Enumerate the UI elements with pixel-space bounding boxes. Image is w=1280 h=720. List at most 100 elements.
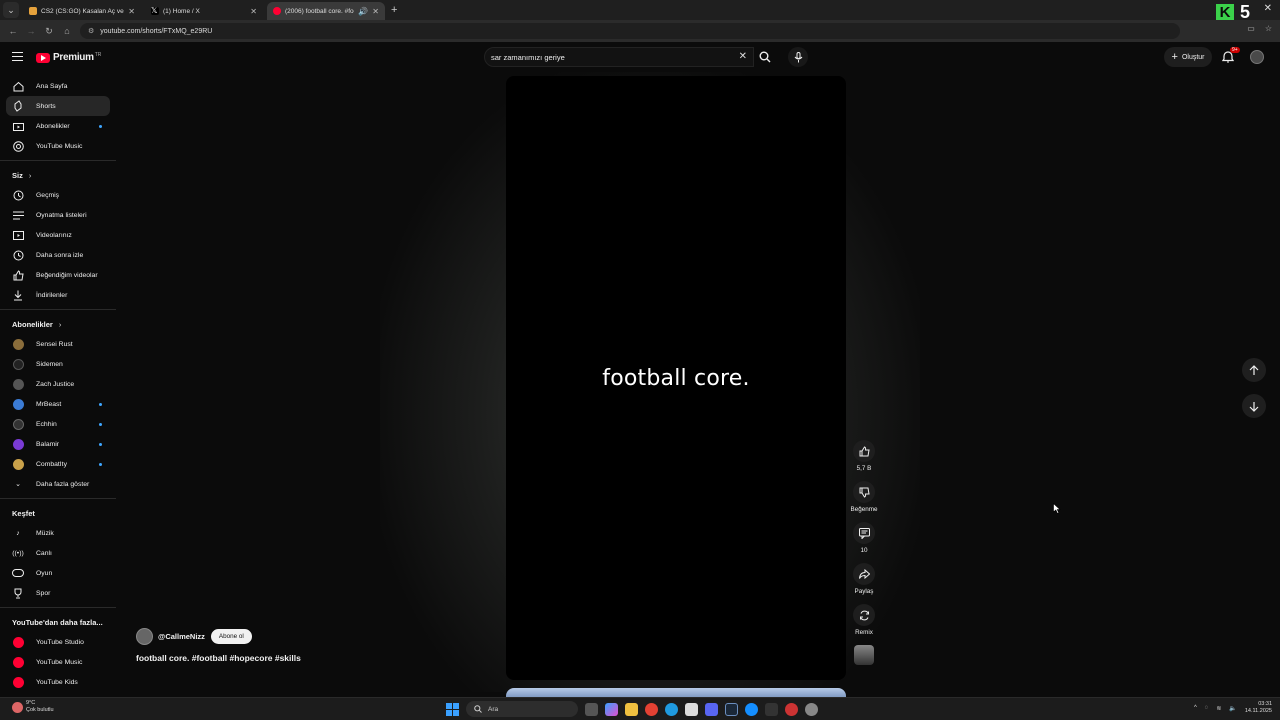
thumbs-down-icon[interactable] [853, 481, 875, 503]
share-action[interactable]: Paylaş [846, 563, 882, 596]
comment-icon[interactable] [853, 522, 875, 544]
menu-hamburger-icon[interactable] [12, 52, 23, 61]
sidebar-item-history[interactable]: Geçmiş [6, 185, 110, 205]
sidebar-item-youtube-music-app[interactable]: YouTube Music [6, 652, 110, 672]
comments-action[interactable]: 10 [846, 522, 882, 555]
short-action-bar: 5,7 B Beğenme 10 Paylaş Remix [846, 440, 882, 665]
sidebar-section-explore: Keşfet [0, 503, 116, 523]
thumbs-up-icon[interactable] [853, 440, 875, 462]
wifi-icon[interactable]: ≋ [1216, 705, 1221, 712]
search-button[interactable] [754, 47, 776, 67]
taskbar-clock[interactable]: 03:31 14.11.2025 [1245, 701, 1272, 715]
taskbar-search[interactable]: Ara [466, 701, 578, 717]
volume-icon[interactable]: 🔈 [1229, 705, 1236, 712]
sidebar-channel-combatity[interactable]: CombatIty [6, 454, 110, 474]
window-close-icon[interactable]: ✕ [1264, 3, 1272, 14]
share-icon[interactable] [853, 563, 875, 585]
tray-chevron-icon[interactable]: ^ [1194, 705, 1197, 711]
home-button-icon[interactable]: ⌂ [62, 26, 72, 36]
sidebar-item-liked-videos[interactable]: Beğendiğim videolar [6, 265, 110, 285]
windows-start-icon[interactable] [446, 702, 459, 716]
sidebar-item-your-videos[interactable]: Videolarınız [6, 225, 110, 245]
sidebar-divider [0, 309, 116, 310]
sidebar-channel-mrbeast[interactable]: MrBeast [6, 394, 110, 414]
next-short-button[interactable] [1242, 394, 1266, 418]
sidebar-item-watch-later[interactable]: Daha sonra izle [6, 245, 110, 265]
sidebar-item-sports[interactable]: Spor [6, 583, 110, 603]
chrome-icon[interactable] [645, 702, 658, 716]
tab-title: (1) Home / X [163, 7, 200, 15]
app-icon[interactable] [785, 702, 798, 716]
close-tab-icon[interactable]: ✕ [128, 7, 135, 16]
copilot-icon[interactable] [605, 702, 618, 716]
sidebar-channel-echhin[interactable]: Echhin [6, 414, 110, 434]
steam-icon[interactable] [725, 702, 738, 716]
sidebar-item-subscriptions[interactable]: Abonelikler [6, 116, 110, 136]
sidebar-item-live[interactable]: ((•)) Canlı [6, 543, 110, 563]
sidebar-channel-balamir[interactable]: Balamir [6, 434, 110, 454]
network-icon[interactable]: ◌ [1205, 705, 1209, 711]
youtube-premium-logo[interactable]: Premium TR [36, 52, 101, 63]
weather-widget[interactable]: 9°C Çok bulutlu [12, 700, 54, 714]
back-icon[interactable]: ← [8, 26, 18, 36]
file-explorer-icon[interactable] [625, 702, 638, 716]
sidebar-item-shorts[interactable]: Shorts [6, 96, 110, 116]
remix-action[interactable]: Remix [846, 604, 882, 637]
short-video-player[interactable]: football core. [506, 76, 846, 680]
notifications-button[interactable]: 9+ [1221, 47, 1240, 64]
trophy-icon [12, 587, 24, 599]
sidebar-item-playlists[interactable]: Oynatma listeleri [6, 205, 110, 225]
sidebar-show-more[interactable]: ⌄ Daha fazla göster [6, 474, 110, 494]
sidebar-item-music[interactable]: ♪ Müzik [6, 523, 110, 543]
task-view-icon[interactable] [585, 702, 598, 716]
sidebar-channel-sidemen[interactable]: Sidemen [6, 354, 110, 374]
sidebar-item-gaming[interactable]: Oyun [6, 563, 110, 583]
sidebar-item-youtube-kids[interactable]: YouTube Kids [6, 672, 110, 692]
create-button[interactable]: + Oluştur [1164, 47, 1212, 67]
sidebar-section-subscriptions[interactable]: Abonelikler › [0, 314, 116, 334]
url-text: youtube.com/shorts/FTxMQ_e29RU [100, 27, 213, 35]
forward-icon[interactable]: → [26, 26, 36, 36]
like-action[interactable]: 5,7 B [846, 440, 882, 473]
site-info-icon[interactable]: ⚙ [88, 27, 94, 35]
subscribe-button[interactable]: Abone ol [210, 629, 252, 644]
tab-menu-button[interactable]: ⌄ [3, 2, 19, 18]
close-tab-icon[interactable]: ✕ [372, 7, 379, 16]
edge-icon[interactable] [665, 702, 678, 716]
channel-handle[interactable]: @CallmeNizz [158, 632, 205, 641]
sidebar-channel-sensei-rust[interactable]: Sensei Rust [6, 334, 110, 354]
home-icon [12, 80, 24, 92]
store-icon[interactable] [685, 702, 698, 716]
close-tab-icon[interactable]: ✕ [250, 7, 257, 16]
sidebar-channel-zach-justice[interactable]: Zach Justice [6, 374, 110, 394]
channel-avatar[interactable] [136, 628, 153, 645]
sound-thumbnail[interactable] [854, 645, 874, 665]
youtube-kids-icon [12, 676, 24, 688]
account-avatar[interactable] [1250, 50, 1264, 64]
sidebar-item-downloads[interactable]: İndirilenler [6, 285, 110, 305]
remix-icon[interactable] [853, 604, 875, 626]
reload-icon[interactable]: ↻ [44, 26, 54, 37]
sidebar-item-youtube-studio[interactable]: YouTube Studio [6, 632, 110, 652]
bookmark-star-icon[interactable]: ☆ [1265, 24, 1272, 33]
media-app-icon[interactable] [765, 702, 778, 716]
url-field[interactable]: ⚙ youtube.com/shorts/FTxMQ_e29RU [80, 23, 1180, 39]
previous-short-button[interactable] [1242, 358, 1266, 382]
voice-search-button[interactable] [788, 47, 808, 67]
speaker-icon[interactable]: 🔊 [358, 7, 368, 16]
sidebar-item-home[interactable]: Ana Sayfa [6, 76, 110, 96]
battlenet-icon[interactable] [745, 702, 758, 716]
cast-icon[interactable]: ▭ [1247, 24, 1255, 33]
sidebar-section-you[interactable]: Siz › [0, 165, 116, 185]
browser-tab[interactable]: CS2 (CS:GO) Kasalan Aç ve Skin ✕ [23, 2, 141, 20]
browser-tab-active[interactable]: (2006) football core. #footl 🔊 ✕ [267, 2, 385, 20]
sidebar-item-youtube-music[interactable]: YouTube Music [6, 136, 110, 156]
youtube-header: Premium TR sar zamanımızı geriye ✕ + Olu… [0, 42, 1280, 72]
browser-tab[interactable]: 𝕏 (1) Home / X ✕ [145, 2, 263, 20]
dislike-action[interactable]: Beğenme [846, 481, 882, 514]
clear-search-icon[interactable]: ✕ [739, 51, 747, 62]
settings-gear-icon[interactable] [805, 702, 818, 716]
discord-icon[interactable] [705, 702, 718, 716]
new-tab-button[interactable]: + [391, 4, 397, 16]
search-input[interactable]: sar zamanımızı geriye ✕ [484, 47, 754, 67]
